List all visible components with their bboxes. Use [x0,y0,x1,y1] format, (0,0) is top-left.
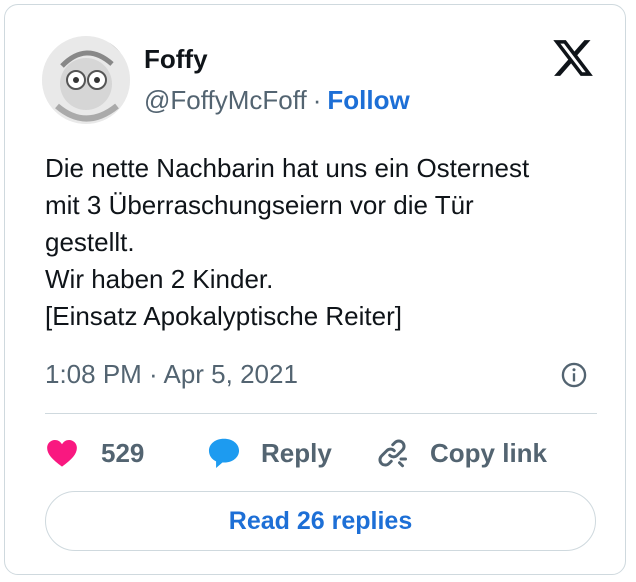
tweet-embed-card: Foffy @FoffyMcFoff · Follow Die nette Nach… [4,4,626,575]
divider [45,413,597,414]
x-logo-icon[interactable] [551,36,595,80]
avatar-image [42,36,130,124]
author-display-name[interactable]: Foffy [144,43,208,75]
tweet-text-line: Die nette Nachbarin hat uns ein Osternes… [45,153,530,183]
author-avatar[interactable] [42,36,130,124]
handle-separator: · [312,85,322,115]
tweet-text-line: mit 3 Überraschungseiern vor die Tür [45,190,474,220]
author-handle[interactable]: @FoffyMcFoff [144,85,307,115]
tweet-text-line: [Einsatz Apokalyptische Reiter] [45,301,402,331]
tweet-text-line: gestellt. [45,227,135,257]
read-replies-button[interactable]: Read 26 replies [45,491,596,551]
read-replies-label: Read 26 replies [228,506,413,535]
info-icon[interactable] [560,361,588,389]
reply-label: Reply [261,438,332,468]
like-button[interactable]: 529 [45,433,144,473]
tweet-timestamp[interactable]: 1:08 PM · Apr 5, 2021 [45,357,298,391]
author-handle-row: @FoffyMcFoff · Follow [144,83,410,117]
link-icon [378,439,407,468]
copy-link-button[interactable]: Copy link [374,433,547,473]
follow-button[interactable]: Follow [327,85,409,115]
copy-link-label: Copy link [430,438,548,468]
like-count: 529 [101,438,145,468]
tweet-text-line: Wir haben 2 Kinder. [45,264,274,294]
tweet-text: Die nette Nachbarin hat uns ein Osternes… [45,150,605,335]
heart-icon [47,439,77,467]
speech-bubble-icon [208,438,240,469]
reply-button[interactable]: Reply [205,433,332,473]
